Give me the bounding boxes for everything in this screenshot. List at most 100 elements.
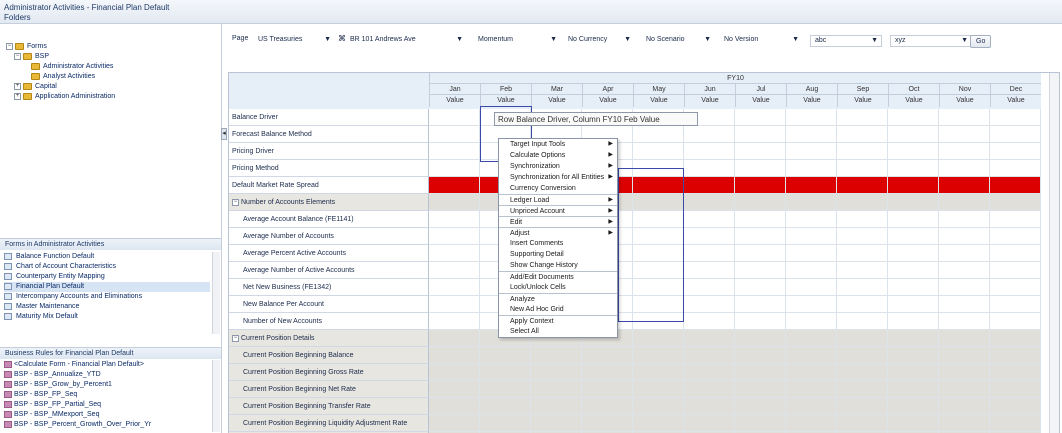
- submenu-arrow-icon: ▶: [608, 152, 613, 158]
- row-header: Current Position Beginning Gross Rate: [229, 364, 429, 381]
- context-menu-item[interactable]: Supporting Detail: [499, 249, 617, 260]
- value-header: Value: [939, 95, 990, 107]
- column-header: FY10 Jan Value Feb Value Mar Value Apr Value May…: [229, 73, 1041, 109]
- collapse-row-icon[interactable]: −: [232, 334, 239, 342]
- pov-dropdown-0[interactable]: US Treasuries ▼: [254, 35, 334, 47]
- value-header: Value: [531, 95, 582, 107]
- context-menu-item[interactable]: Select All: [499, 326, 617, 337]
- folder-icon: [31, 72, 40, 80]
- tree-node[interactable]: Administrator Activities: [6, 62, 115, 72]
- pov-dropdown-1[interactable]: BR 101 Andrews Ave ▼: [346, 35, 466, 47]
- pov-dropdown-2[interactable]: Momentum ▼: [474, 35, 560, 47]
- expand-icon[interactable]: +: [14, 82, 21, 90]
- form-icon: [4, 302, 12, 310]
- tree-node[interactable]: − Forms: [6, 42, 115, 52]
- form-list-item[interactable]: Financial Plan Default: [4, 282, 210, 292]
- binoculars-icon[interactable]: ⌘: [338, 34, 346, 43]
- context-menu-item[interactable]: Calculate Options ▶: [499, 150, 617, 161]
- pov-dropdown-3[interactable]: No Currency ▼: [564, 35, 634, 47]
- context-menu-item[interactable]: Insert Comments: [499, 238, 617, 249]
- data-cell-row[interactable]: [429, 398, 1041, 415]
- context-menu-item[interactable]: New Ad Hoc Grid: [499, 304, 617, 315]
- tree-node[interactable]: Analyst Activities: [6, 72, 115, 82]
- forms-scrollbar[interactable]: [212, 252, 220, 334]
- menu-item-label: Adjust: [510, 230, 530, 237]
- tree-node[interactable]: + Application Administration: [6, 92, 115, 102]
- collapse-icon[interactable]: −: [6, 42, 13, 50]
- form-area: Page US Treasuries ▼ ⌘ BR 101 Andrews Ave…: [228, 24, 1062, 433]
- form-list-item[interactable]: Maturity Mix Default: [4, 312, 210, 322]
- menu-item-label: Select All: [510, 328, 539, 335]
- context-menu-item[interactable]: Synchronization for All Entities ▶: [499, 172, 617, 183]
- pov-dropdown-6[interactable]: abc ▼: [810, 35, 882, 47]
- collapse-panel-button[interactable]: ◂: [221, 128, 227, 140]
- form-list-item[interactable]: Balance Function Default: [4, 252, 210, 262]
- context-menu-item[interactable]: Analyze: [499, 293, 617, 304]
- menu-item-label: Target Input Tools: [510, 141, 566, 148]
- folder-icon: [23, 92, 32, 100]
- context-menu-item[interactable]: Show Change History: [499, 260, 617, 271]
- business-rule-item[interactable]: <Calculate Form - Financial Plan Default…: [4, 360, 210, 370]
- pov-dropdown-5[interactable]: No Version ▼: [720, 35, 802, 47]
- context-menu-item[interactable]: Edit ▶: [499, 216, 617, 227]
- business-rule-label: BSP - BSP_MMexport_Seq: [14, 411, 100, 418]
- context-menu-item[interactable]: Unpriced Account ▶: [499, 205, 617, 216]
- month-header: Aug: [786, 84, 837, 95]
- expand-icon[interactable]: +: [14, 92, 21, 100]
- form-list-item[interactable]: Chart of Account Characteristics: [4, 262, 210, 272]
- tree-node-label: Application Administration: [35, 93, 116, 100]
- folder-tree: − Forms − BSP Administrator Activities Analys…: [6, 42, 115, 102]
- context-menu-item[interactable]: Adjust ▶: [499, 227, 617, 238]
- business-rule-item[interactable]: BSP - BSP_Grow_by_Percent1: [4, 380, 210, 390]
- collapse-icon[interactable]: −: [14, 52, 21, 60]
- row-label: New Balance Per Account: [243, 301, 324, 308]
- month-header: Apr: [582, 84, 633, 95]
- rules-scrollbar[interactable]: [212, 360, 220, 432]
- pov-value: abc: [815, 37, 827, 44]
- menu-item-label: Add/Edit Documents: [510, 274, 574, 281]
- context-menu-item[interactable]: Ledger Load ▶: [499, 194, 617, 205]
- pov-dropdown-7[interactable]: xyz ▼: [890, 35, 972, 47]
- menu-item-label: Calculate Options: [510, 152, 566, 159]
- folder-icon: [23, 52, 32, 60]
- data-cell-row[interactable]: [429, 364, 1041, 381]
- business-rule-item[interactable]: BSP - BSP_Annualize_YTD: [4, 370, 210, 380]
- grid-vertical-scrollbar[interactable]: [1049, 73, 1059, 433]
- form-icon: [4, 252, 12, 260]
- form-list-item[interactable]: Master Maintenance: [4, 302, 210, 312]
- pov-dropdown-4[interactable]: No Scenario ▼: [642, 35, 714, 47]
- context-menu-item[interactable]: Currency Conversion: [499, 183, 617, 194]
- form-list-label: Maturity Mix Default: [16, 313, 78, 320]
- form-icon: [4, 312, 12, 320]
- row-header: Average Account Balance (FE1141): [229, 211, 429, 228]
- data-cell-row[interactable]: [429, 347, 1041, 364]
- tree-node[interactable]: − BSP: [6, 52, 115, 62]
- business-rule-item[interactable]: BSP - BSP_MMexport_Seq: [4, 410, 210, 420]
- tree-node[interactable]: + Capital: [6, 82, 115, 92]
- business-rule-item[interactable]: BSP - BSP_Percent_Growth_Over_Prior_Yr: [4, 420, 210, 430]
- collapse-row-icon[interactable]: −: [232, 198, 239, 206]
- business-rule-item[interactable]: BSP - BSP_FP_Partial_Seq: [4, 400, 210, 410]
- left-panel: − Forms − BSP Administrator Activities Analys…: [0, 24, 222, 433]
- row-header: Current Position Beginning Net Rate: [229, 381, 429, 398]
- value-header: Value: [888, 95, 939, 107]
- business-rule-item[interactable]: BSP - BSP_FP_Seq: [4, 390, 210, 400]
- menu-item-label: Lock/Unlock Cells: [510, 284, 566, 291]
- business-rule-label: <Calculate Form - Financial Plan Default…: [14, 361, 144, 368]
- row-header: Net New Business (FE1342): [229, 279, 429, 296]
- context-menu-item[interactable]: Target Input Tools ▶: [499, 139, 617, 150]
- context-menu-item[interactable]: Apply Context: [499, 315, 617, 326]
- form-list-item[interactable]: Counterparty Entity Mapping: [4, 272, 210, 282]
- row-header: Balance Driver: [229, 109, 429, 126]
- context-menu-item[interactable]: Lock/Unlock Cells: [499, 282, 617, 293]
- context-menu-item[interactable]: Synchronization ▶: [499, 161, 617, 172]
- page-label: Page: [232, 35, 249, 42]
- month-header: Feb: [480, 84, 531, 95]
- data-cell-row[interactable]: [429, 415, 1041, 432]
- go-button[interactable]: Go: [970, 35, 992, 48]
- context-menu-item[interactable]: Add/Edit Documents: [499, 271, 617, 282]
- form-list-item[interactable]: Intercompany Accounts and Eliminations: [4, 292, 210, 302]
- pov-value: xyz: [895, 37, 906, 44]
- data-cell-row[interactable]: [429, 381, 1041, 398]
- rule-icon: [4, 380, 12, 388]
